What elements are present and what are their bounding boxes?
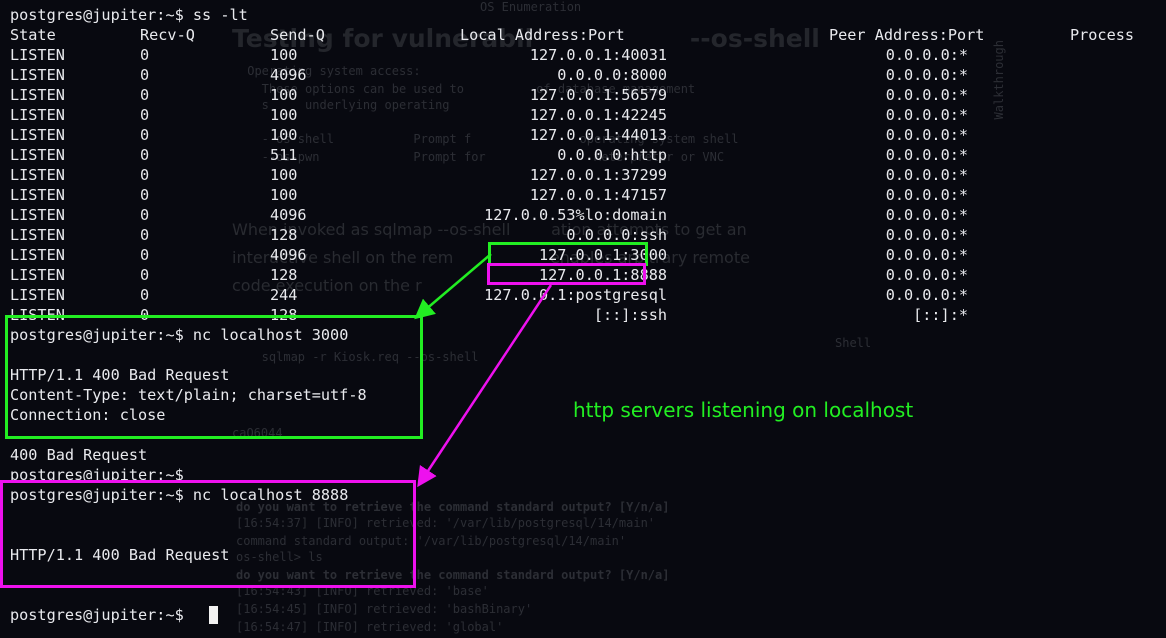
terminal-window[interactable]: OS Enumeration Testing for vulnerabil --… [0,0,1166,638]
green-arrow [414,253,492,320]
annotation-arrows [414,253,553,488]
annotation-note: http servers listening on localhost [573,398,914,422]
magenta-arrow [417,284,553,488]
